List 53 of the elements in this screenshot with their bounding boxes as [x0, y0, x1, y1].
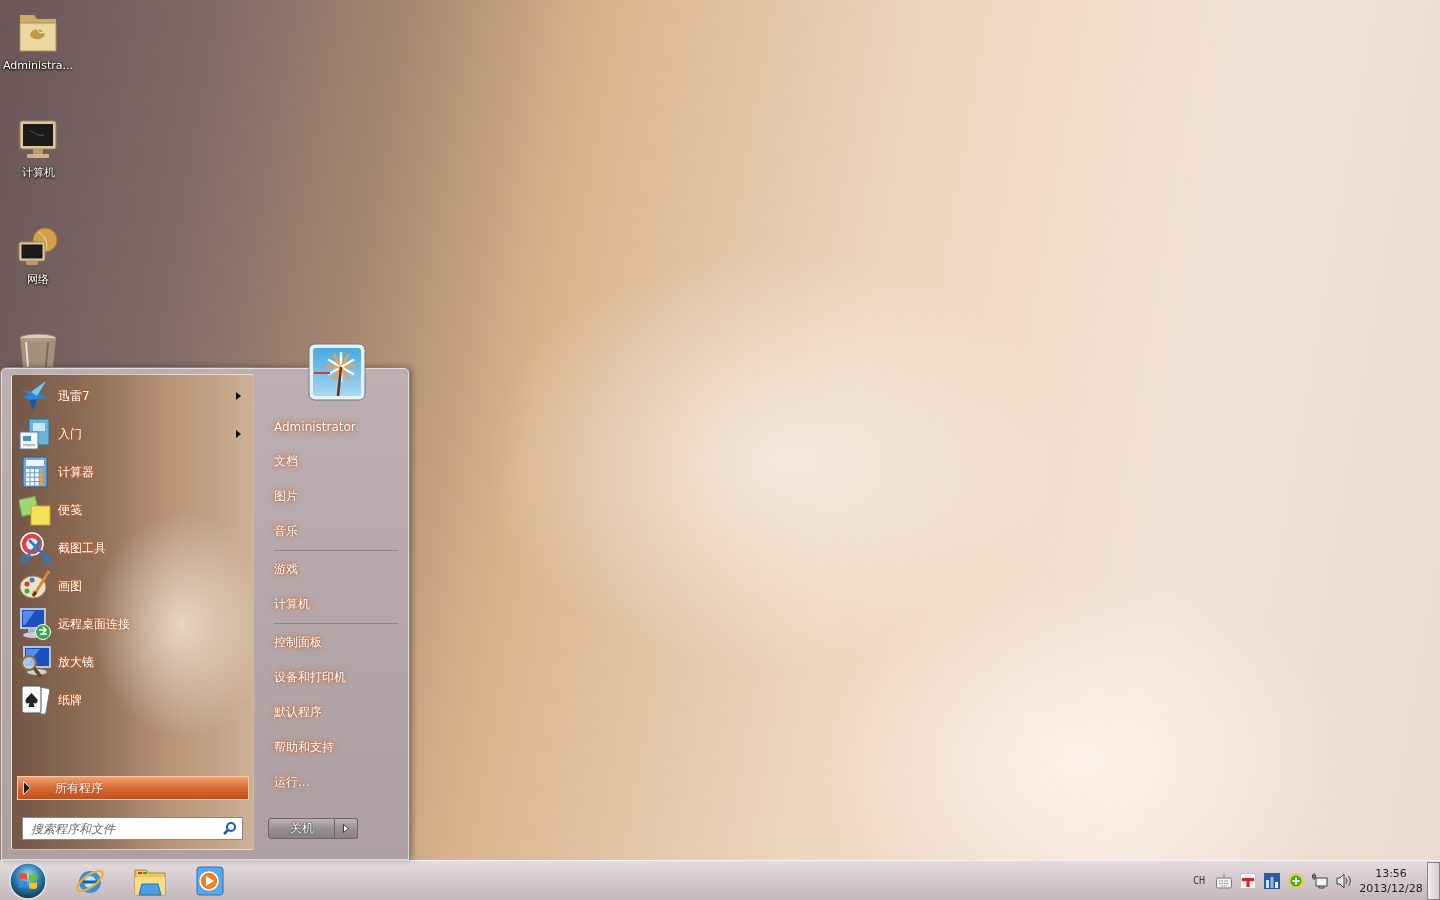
monitor-arrows-icon [19, 608, 51, 640]
start-button[interactable] [6, 860, 50, 900]
desktop-shortcut[interactable]: 计算机 [18, 119, 58, 181]
scissors-icon [19, 532, 51, 564]
playing-cards-icon [19, 684, 51, 716]
triangle-icon [23, 781, 31, 795]
computer-icon [18, 119, 58, 159]
sticky-notes-icon [19, 494, 51, 526]
pinwheel-icon [308, 343, 366, 401]
program-item[interactable]: 计算器 [12, 453, 253, 491]
speaker-icon[interactable] [1336, 872, 1352, 889]
menu-link[interactable]: 设备和打印机 [268, 660, 398, 695]
recycle-bin-icon [18, 333, 58, 367]
search-icon [223, 822, 236, 835]
program-item[interactable]: 入门 [12, 415, 253, 453]
magnifier-icon [19, 646, 51, 678]
start-orb-icon [9, 861, 47, 900]
folder-icon [18, 12, 58, 52]
media-player-icon[interactable] [194, 864, 226, 897]
program-item[interactable]: 画图 [12, 567, 253, 605]
program-item[interactable]: 便笺 [12, 491, 253, 529]
calculator-icon [19, 456, 51, 488]
palette-icon [19, 570, 51, 602]
keyboard-icon[interactable] [1216, 872, 1232, 889]
desktop-shortcut[interactable]: 网络 [18, 226, 58, 288]
network-icon[interactable] [1312, 872, 1328, 889]
caret-icon [236, 430, 241, 438]
program-item[interactable]: 迅雷7 [12, 377, 253, 415]
caret-icon [343, 824, 349, 833]
show-desktop-button[interactable] [1427, 861, 1440, 900]
menu-link[interactable]: 默认程序 [268, 695, 398, 730]
program-item[interactable]: 截图工具 [12, 529, 253, 567]
bird-icon [19, 380, 51, 412]
shutdown-button[interactable]: 关机 [268, 818, 335, 839]
language-indicator[interactable]: CH [1192, 875, 1205, 886]
clock-date: 2013/12/28 [1359, 881, 1423, 895]
menu-link[interactable]: 运行... [268, 765, 398, 800]
document-window-icon [19, 418, 51, 450]
search-field[interactable]: 搜索程序和文件 [22, 817, 243, 840]
clock-time: 13:56 [1375, 866, 1407, 880]
network-icon [18, 226, 58, 266]
desktop-shortcut[interactable]: Administra... [3, 12, 73, 74]
caret-icon [236, 392, 241, 400]
plus-circle-icon[interactable] [1288, 872, 1304, 889]
bar-graph-icon[interactable] [1264, 872, 1280, 889]
cross-tile-icon[interactable] [1240, 872, 1256, 889]
program-item[interactable]: 纸牌 [12, 681, 253, 719]
menu-link[interactable]: 帮助和支持 [268, 730, 398, 765]
program-item[interactable]: 远程桌面连接 [12, 605, 253, 643]
shutdown-options-button[interactable] [335, 818, 358, 839]
all-programs-button[interactable]: 所有程序 [17, 776, 249, 800]
clock[interactable]: 13:56 2013/12/28 [1359, 866, 1423, 895]
program-item[interactable]: 放大镜 [12, 643, 253, 681]
